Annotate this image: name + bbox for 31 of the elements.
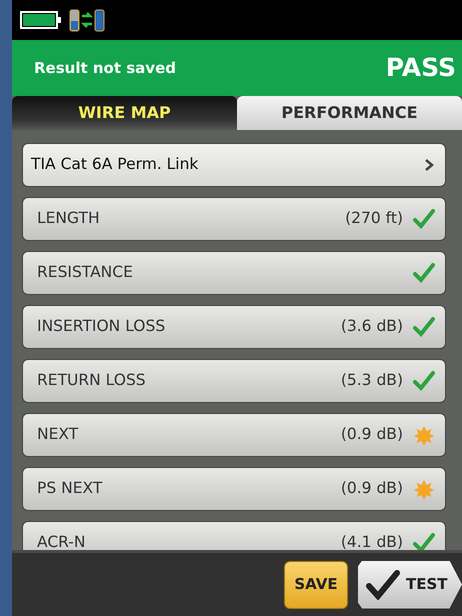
save-button[interactable]: SAVE <box>284 560 348 608</box>
test-row[interactable]: NEXT (0.9 dB) <box>22 413 446 457</box>
status-message: Result not saved <box>34 58 176 79</box>
limit-selector[interactable]: TIA Cat 6A Perm. Link <box>22 143 446 187</box>
test-row[interactable]: ACR-N (4.1 dB) <box>22 521 446 550</box>
test-row[interactable]: LENGTH (270 ft) <box>22 197 446 241</box>
test-value: (3.6 dB) <box>340 316 403 338</box>
check-icon <box>413 209 435 229</box>
tab[interactable]: WIRE MAP <box>12 96 237 130</box>
check-icon <box>366 570 400 600</box>
battery-icon <box>20 10 62 30</box>
tab[interactable]: PERFORMANCE <box>237 96 462 130</box>
test-value: (0.9 dB) <box>340 424 403 446</box>
test-row[interactable]: INSERTION LOSS (3.6 dB) <box>22 305 446 349</box>
tester-link-icon <box>68 7 106 33</box>
test-value: (270 ft) <box>345 208 403 230</box>
result-label: PASS <box>386 52 456 84</box>
check-icon <box>413 263 435 283</box>
warning-star-icon <box>413 479 435 499</box>
check-icon <box>413 533 435 550</box>
test-row[interactable]: RETURN LOSS (5.3 dB) <box>22 359 446 403</box>
test-button[interactable]: TEST <box>358 560 462 608</box>
test-value: (0.9 dB) <box>340 478 403 500</box>
test-row[interactable]: PS NEXT (0.9 dB) <box>22 467 446 511</box>
warning-star-icon <box>413 425 435 445</box>
test-value: (4.1 dB) <box>340 532 403 550</box>
test-row[interactable]: RESISTANCE <box>22 251 446 295</box>
test-value: (5.3 dB) <box>340 370 403 392</box>
check-icon <box>413 317 435 337</box>
chevron-icon <box>423 158 435 172</box>
check-icon <box>413 371 435 391</box>
